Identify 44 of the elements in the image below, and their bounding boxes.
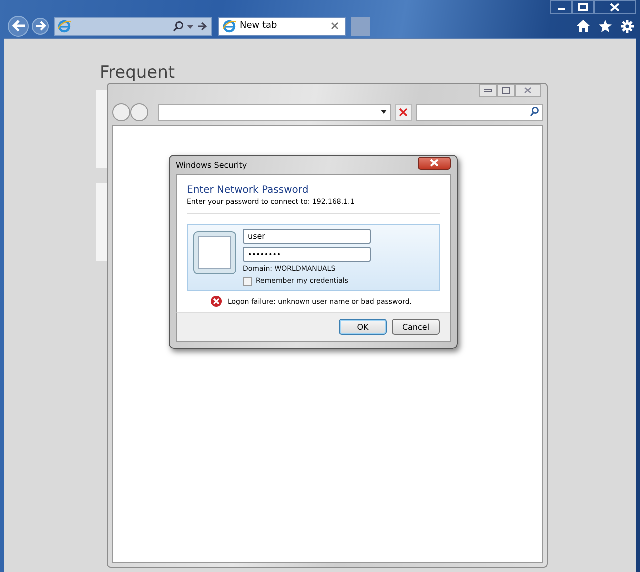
username-field[interactable]: user bbox=[243, 229, 371, 244]
search-icon[interactable] bbox=[173, 20, 184, 32]
dialog-title: Windows Security bbox=[176, 160, 248, 170]
close-icon[interactable] bbox=[331, 22, 339, 30]
address-bar[interactable] bbox=[54, 16, 212, 36]
search-icon[interactable] bbox=[530, 107, 539, 117]
dialog-button[interactable]: Cancel bbox=[392, 319, 440, 335]
close-button[interactable] bbox=[594, 0, 636, 14]
browser-tab[interactable]: New tab bbox=[218, 16, 346, 36]
close-icon bbox=[524, 87, 532, 94]
section-heading: Frequent bbox=[100, 63, 176, 83]
globe-icon bbox=[223, 20, 236, 32]
maximize-button[interactable] bbox=[572, 0, 594, 14]
caret-icon[interactable] bbox=[381, 110, 387, 114]
home-icon[interactable] bbox=[577, 20, 590, 32]
error-icon bbox=[211, 296, 222, 307]
search-field[interactable] bbox=[416, 104, 543, 120]
close-button[interactable] bbox=[418, 156, 451, 170]
minimize-icon bbox=[484, 88, 492, 93]
globe-icon bbox=[58, 20, 71, 32]
minimize-button[interactable] bbox=[479, 84, 497, 97]
maximize-icon bbox=[578, 3, 588, 11]
user-tile-icon bbox=[193, 231, 237, 275]
checkbox[interactable] bbox=[243, 277, 252, 286]
close-icon bbox=[399, 108, 408, 116]
settings-icon[interactable] bbox=[621, 20, 634, 32]
minimize-button[interactable] bbox=[550, 0, 572, 14]
forward-button[interactable] bbox=[32, 18, 49, 34]
back-arrow-icon bbox=[12, 20, 26, 32]
address-field[interactable] bbox=[158, 104, 391, 120]
stop-button[interactable] bbox=[395, 104, 412, 120]
site-tile[interactable] bbox=[96, 90, 107, 168]
maximize-icon bbox=[502, 87, 510, 94]
dialog-heading: Enter Network Password bbox=[187, 184, 310, 197]
close-icon bbox=[430, 159, 439, 167]
back-button[interactable] bbox=[8, 16, 29, 36]
back-forward-icon[interactable] bbox=[112, 102, 150, 122]
site-tile[interactable] bbox=[96, 183, 107, 261]
arrow-icon[interactable] bbox=[197, 22, 208, 30]
maximize-button[interactable] bbox=[497, 84, 515, 97]
forward-arrow-icon bbox=[34, 21, 46, 31]
star-icon[interactable] bbox=[599, 20, 612, 32]
dialog-button[interactable]: OK bbox=[339, 319, 387, 335]
close-icon bbox=[610, 2, 620, 12]
